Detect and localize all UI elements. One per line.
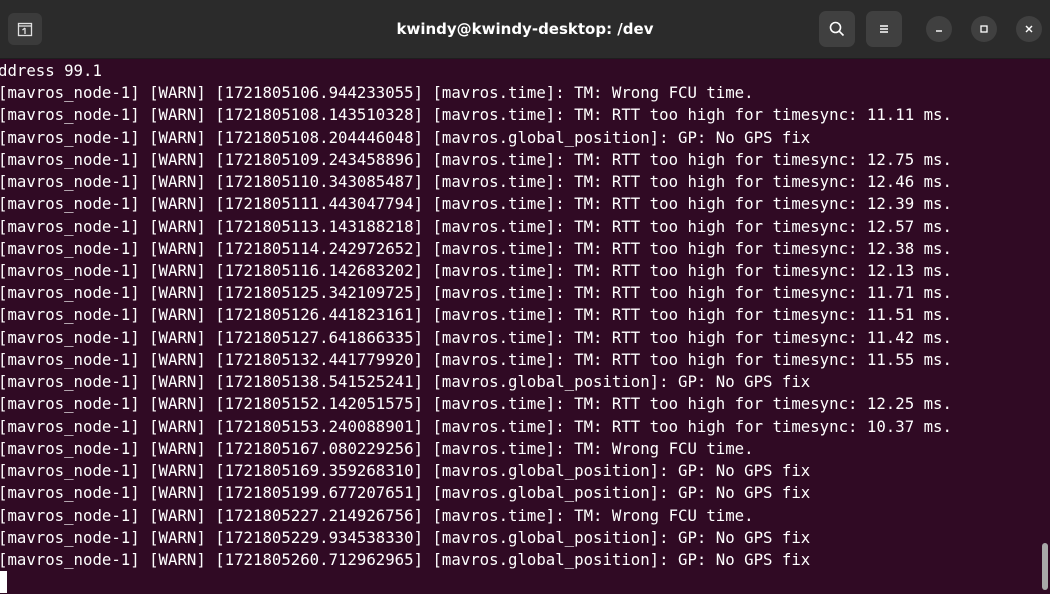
text-cursor bbox=[0, 571, 7, 593]
terminal-line: [mavros_node-1] [WARN] [1721805111.44304… bbox=[0, 194, 952, 213]
maximize-button[interactable] bbox=[971, 16, 997, 42]
menu-button[interactable] bbox=[866, 11, 902, 47]
terminal-line: [mavros_node-1] [WARN] [1721805125.34210… bbox=[0, 283, 952, 302]
terminal-line: [mavros_node-1] [WARN] [1721805127.64186… bbox=[0, 328, 952, 347]
terminal-line: [mavros_node-1] [WARN] [1721805108.20444… bbox=[0, 128, 811, 147]
terminal-line: [mavros_node-1] [WARN] [1721805227.21492… bbox=[0, 506, 754, 525]
terminal-line: [mavros_node-1] [WARN] [1721805199.67720… bbox=[0, 483, 811, 502]
search-button[interactable] bbox=[819, 11, 855, 47]
terminal-line: [mavros_node-1] [WARN] [1721805114.24297… bbox=[0, 239, 952, 258]
terminal-line: [mavros_node-1] [WARN] [1721805113.14318… bbox=[0, 217, 952, 236]
terminal-line: [mavros_node-1] [WARN] [1721805126.44182… bbox=[0, 305, 952, 324]
terminal-line: [mavros_node-1] [WARN] [1721805229.93453… bbox=[0, 528, 811, 547]
terminal-line: ddress 99.1 bbox=[0, 61, 102, 80]
minimize-button[interactable] bbox=[926, 16, 952, 42]
close-button[interactable] bbox=[1016, 16, 1042, 42]
terminal-line: [mavros_node-1] [WARN] [1721805108.14351… bbox=[0, 105, 952, 124]
terminal-line: [mavros_node-1] [WARN] [1721805138.54152… bbox=[0, 372, 811, 391]
terminal-line: [mavros_node-1] [WARN] [1721805167.08022… bbox=[0, 439, 754, 458]
terminal-line: [mavros_node-1] [WARN] [1721805132.44177… bbox=[0, 350, 952, 369]
terminal-line: [mavros_node-1] [WARN] [1721805109.24345… bbox=[0, 150, 952, 169]
terminal-line: [mavros_node-1] [WARN] [1721805110.34308… bbox=[0, 172, 952, 191]
terminal-line: [mavros_node-1] [WARN] [1721805153.24008… bbox=[0, 417, 952, 436]
terminal-output[interactable]: ddress 99.1 [mavros_node-1] [WARN] [1721… bbox=[0, 59, 1040, 594]
terminal-line: [mavros_node-1] [WARN] [1721805116.14268… bbox=[0, 261, 952, 280]
terminal-line: [mavros_node-1] [WARN] [1721805152.14205… bbox=[0, 394, 952, 413]
vertical-scrollbar[interactable] bbox=[1042, 543, 1048, 590]
title-bar[interactable]: kwindy@kwindy-desktop: /dev bbox=[0, 0, 1050, 59]
terminal-line: [mavros_node-1] [WARN] [1721805106.94423… bbox=[0, 83, 754, 102]
terminal-line: [mavros_node-1] [WARN] [1721805260.71296… bbox=[0, 550, 811, 569]
terminal-window: kwindy@kwindy-desktop: /dev ddress 99.1 … bbox=[0, 0, 1050, 594]
terminal-line: [mavros_node-1] [WARN] [1721805169.35926… bbox=[0, 461, 811, 480]
